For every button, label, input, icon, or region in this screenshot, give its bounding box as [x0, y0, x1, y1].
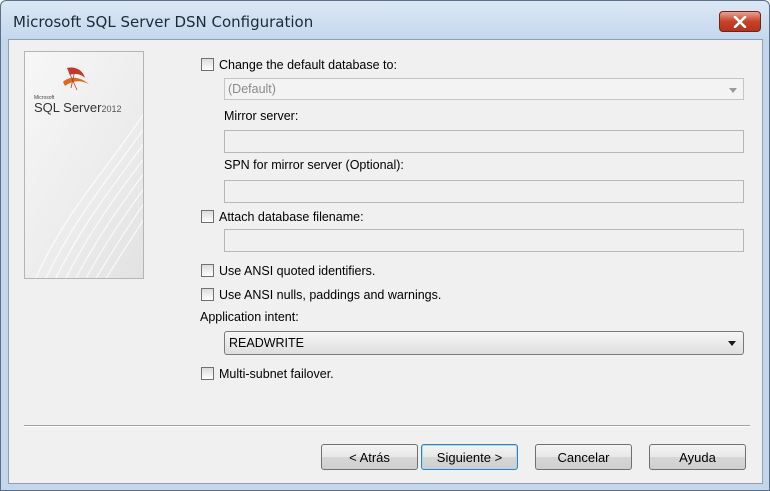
multi-subnet-label[interactable]: Multi-subnet failover.: [219, 367, 334, 381]
logo-product-text: SQL Server: [34, 100, 102, 115]
application-intent-value: READWRITE: [229, 336, 304, 350]
sql-server-logo-panel: Microsoft SQL Server2012: [24, 51, 144, 279]
mirror-server-field[interactable]: [224, 130, 744, 153]
cancel-button[interactable]: Cancelar: [535, 444, 632, 470]
close-icon: [733, 15, 747, 28]
window-title: Microsoft SQL Server DSN Configuration: [13, 13, 314, 31]
mirror-server-label: Mirror server:: [224, 109, 299, 123]
chevron-down-icon: [728, 341, 736, 346]
dsn-configuration-window: Microsoft SQL Server DSN Configuration M…: [0, 0, 770, 491]
ansi-nulls-label[interactable]: Use ANSI nulls, paddings and warnings.: [219, 288, 441, 302]
change-default-db-label[interactable]: Change the default database to:: [219, 58, 397, 72]
help-button[interactable]: Ayuda: [649, 444, 746, 470]
footer-separator: [24, 425, 750, 427]
attach-db-label[interactable]: Attach database filename:: [219, 210, 364, 224]
logo-product-name: SQL Server2012: [34, 100, 121, 115]
application-intent-select[interactable]: READWRITE: [224, 331, 744, 355]
change-default-db-checkbox[interactable]: [201, 58, 214, 71]
multi-subnet-checkbox[interactable]: [201, 367, 214, 380]
back-button[interactable]: < Atrás: [321, 444, 418, 470]
ansi-quoted-label[interactable]: Use ANSI quoted identifiers.: [219, 264, 375, 278]
attach-db-field[interactable]: [224, 229, 744, 252]
default-database-combo[interactable]: (Default): [224, 78, 744, 100]
default-database-value: (Default): [228, 82, 276, 96]
spn-mirror-label: SPN for mirror server (Optional):: [224, 158, 404, 172]
chevron-down-icon: [729, 88, 737, 93]
attach-db-checkbox[interactable]: [201, 210, 214, 223]
application-intent-label: Application intent:: [200, 310, 299, 324]
logo-year: 2012: [101, 104, 122, 114]
dialog-body: Microsoft SQL Server2012 Change the defa…: [8, 39, 763, 484]
next-button[interactable]: Siguiente >: [421, 444, 518, 470]
ansi-nulls-checkbox[interactable]: [201, 288, 214, 301]
sql-server-logo-icon: [63, 67, 89, 91]
title-bar[interactable]: Microsoft SQL Server DSN Configuration: [1, 1, 769, 39]
close-button[interactable]: [719, 11, 761, 32]
ansi-quoted-checkbox[interactable]: [201, 264, 214, 277]
spn-mirror-field[interactable]: [224, 180, 744, 203]
